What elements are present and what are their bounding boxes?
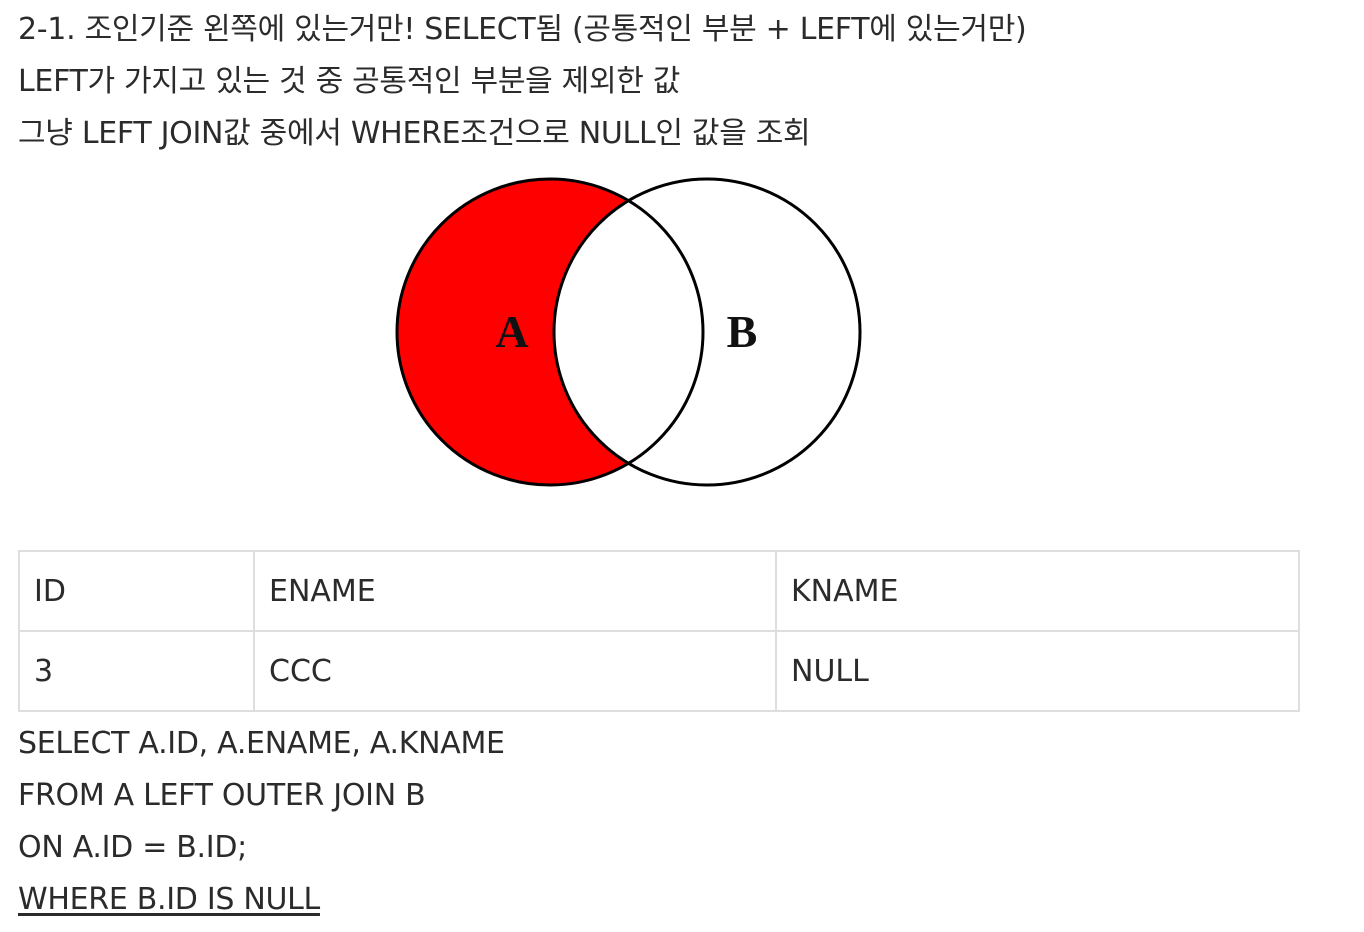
header-cell-id: ID	[18, 550, 255, 632]
description-line-3: 그냥 LEFT JOIN값 중에서 WHERE조건으로 NULL인 값을 조회	[18, 116, 811, 151]
venn-diagram: A B	[380, 158, 920, 504]
sql-line-2: FROM A LEFT OUTER JOIN B	[18, 778, 426, 813]
table-cell: CCC	[253, 630, 777, 712]
label-a: A	[495, 306, 528, 357]
venn-svg: A B	[395, 177, 862, 487]
label-b: B	[727, 306, 758, 357]
table-row: 3 CCC NULL	[18, 630, 1300, 712]
intersection-fill	[554, 179, 703, 485]
result-table: ID ENAME KNAME 3 CCC NULL	[18, 550, 1300, 712]
table-cell: NULL	[775, 630, 1300, 712]
sql-line-4: WHERE B.ID IS NULL	[18, 882, 320, 917]
header-cell-kname: KNAME	[775, 550, 1300, 632]
table-header-row: ID ENAME KNAME	[18, 550, 1300, 632]
header-cell-ename: ENAME	[253, 550, 777, 632]
sql-line-3: ON A.ID = B.ID;	[18, 830, 247, 865]
description-line-1: 2-1. 조인기준 왼쪽에 있는거만! SELECT됨 (공통적인 부분 + L…	[18, 12, 1027, 47]
table-cell: 3	[18, 630, 255, 712]
description-line-2: LEFT가 가지고 있는 것 중 공통적인 부분을 제외한 값	[18, 64, 681, 99]
sql-line-1: SELECT A.ID, A.ENAME, A.KNAME	[18, 726, 505, 761]
